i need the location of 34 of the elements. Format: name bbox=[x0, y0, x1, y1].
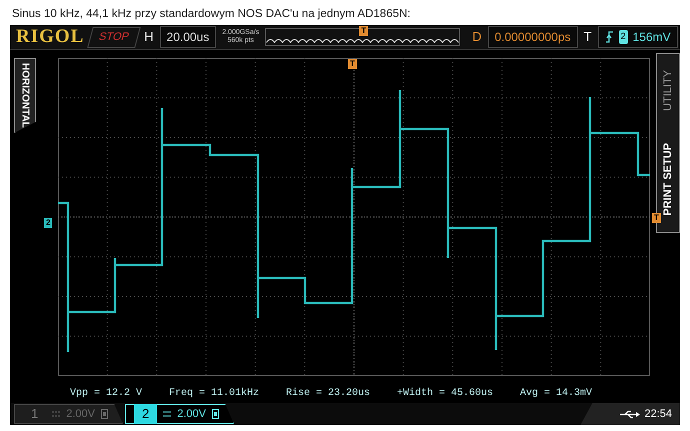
caption-text: Sinus 10 kHz, 44,1 kHz przy standardowym NOS DAC'u na jednym AD1865N: bbox=[11, 7, 412, 22]
trigger-source: 2 bbox=[618, 30, 628, 44]
trigger-label: T bbox=[584, 28, 592, 46]
bandwidth-icon bbox=[212, 409, 219, 419]
run-stop-indicator[interactable]: STOP bbox=[88, 26, 141, 48]
clock-time: 22:54 bbox=[644, 406, 672, 422]
usb-icon bbox=[620, 410, 640, 418]
brand-logo: RIGOL bbox=[16, 24, 84, 49]
delay-value: 0.00000000ps bbox=[488, 26, 578, 48]
rising-edge-icon bbox=[604, 31, 614, 43]
measurement-text: Rise = 23.20us bbox=[286, 386, 370, 400]
trigger-level: 156mV bbox=[632, 29, 671, 46]
side-tab[interactable]: PRINT SETUP bbox=[660, 143, 676, 216]
timebase-value: 20.00us bbox=[160, 26, 216, 48]
horizontal-label: H bbox=[144, 28, 154, 46]
dc-coupling-icon bbox=[52, 411, 60, 417]
side-tab[interactable]: UTILITY bbox=[660, 70, 676, 112]
channel-tab[interactable]: 2 2.00V bbox=[124, 404, 234, 424]
channel-tab[interactable]: 1 2.00V bbox=[14, 404, 123, 424]
waveform-overview-icon bbox=[266, 36, 460, 43]
trigger-level-marker: T bbox=[652, 213, 661, 223]
channel-scale: 2.00V bbox=[177, 406, 206, 422]
measurement-text: +Width = 45.60us bbox=[396, 386, 493, 400]
delay-label: D bbox=[472, 28, 482, 46]
trigger-position-marker: T bbox=[359, 26, 368, 36]
measurement-text: Avg = 14.3mV bbox=[520, 387, 592, 400]
dc-coupling-icon bbox=[163, 411, 172, 417]
channel-marker: 2 bbox=[44, 218, 52, 228]
bandwidth-icon bbox=[100, 409, 108, 419]
trigger-position-marker: T bbox=[348, 59, 357, 69]
measurement-text: Freq = 11.01kHz bbox=[168, 386, 259, 400]
measurement-text: Vpp = 12.2 V bbox=[70, 387, 142, 400]
side-tab[interactable]: HORIZONTAL bbox=[14, 58, 36, 133]
channel-scale: 2.00V bbox=[66, 406, 95, 422]
